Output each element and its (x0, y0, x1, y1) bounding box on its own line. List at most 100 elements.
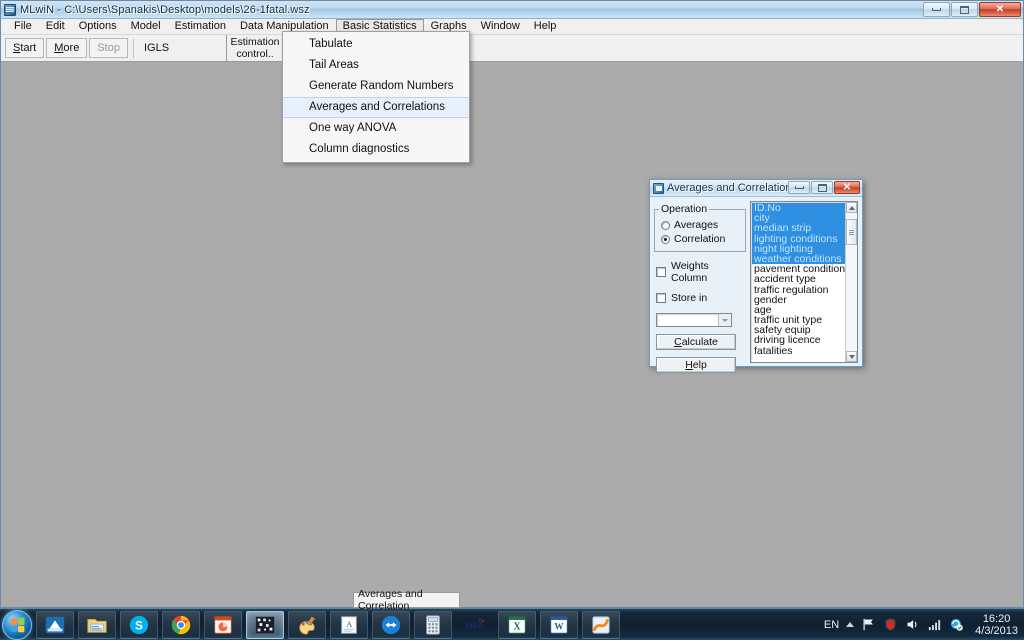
maxthon-browser-icon (45, 616, 65, 633)
toolbar: Start More Stop IGLS Estimation control.… (1, 34, 1023, 62)
taskbar-teamviewer-icon[interactable] (372, 610, 410, 639)
skype-icon: S (129, 615, 149, 634)
taskbar-calculator-icon[interactable] (414, 610, 452, 639)
taskbar-foxit-reader-icon[interactable] (582, 610, 620, 639)
more-button-label-rest: ore (63, 42, 80, 54)
scrollbar-track[interactable] (846, 213, 857, 351)
radio-correlation-label: Correlation (674, 233, 726, 245)
taskbar-paint-icon[interactable] (288, 610, 326, 639)
close-icon: ✕ (995, 3, 1005, 15)
chevron-down-icon[interactable] (718, 314, 731, 326)
list-item[interactable]: accident type (752, 274, 845, 285)
system-tray: EN 16:20 4/3/2013 (824, 613, 1024, 637)
menu-item-one-way-anova[interactable]: One way ANOVA (283, 118, 469, 139)
font-viewer-icon: A (341, 615, 357, 634)
basic-statistics-dropdown-menu: Tabulate Tail Areas Generate Random Numb… (282, 31, 470, 163)
store-in-combobox[interactable] (656, 313, 732, 327)
dialog-titlebar: Averages and Correlation ✕ (650, 180, 862, 197)
scroll-down-arrow-icon[interactable] (846, 351, 857, 362)
taskbar-clock[interactable]: 16:20 4/3/2013 (971, 613, 1018, 637)
svg-text:A: A (346, 619, 352, 628)
minimize-button[interactable] (923, 2, 950, 17)
tray-language-indicator[interactable]: EN (824, 619, 839, 631)
dialog-close-button[interactable]: ✕ (834, 181, 860, 194)
taskbar-skype-icon[interactable]: S (120, 610, 158, 639)
show-hidden-icons-arrow[interactable] (846, 622, 855, 627)
speaker-volume-icon[interactable] (905, 617, 920, 632)
dialog-maximize-button[interactable] (811, 181, 833, 194)
taskbar-window-button-averages-and-correlation[interactable]: Averages and Correlation (353, 588, 460, 612)
mlwin-icon (255, 616, 275, 633)
radio-correlation[interactable]: Correlation (661, 233, 741, 245)
taskbar-google-chrome-icon[interactable] (162, 610, 200, 639)
taskbar-powerpoint-icon[interactable] (204, 610, 242, 639)
stop-button[interactable]: Stop (89, 38, 128, 58)
variables-listbox[interactable]: ID.No city median strip lighting conditi… (750, 201, 858, 363)
menu-edit[interactable]: Edit (39, 19, 72, 34)
checkbox-weights-column-icon (656, 267, 666, 277)
maximize-icon (817, 183, 827, 192)
maximize-button[interactable] (951, 2, 978, 17)
scrollbar-thumb[interactable] (846, 219, 857, 245)
taskbar-maxthon-browser-icon[interactable] (36, 610, 74, 639)
menu-item-column-diagnostics[interactable]: Column diagnostics (283, 139, 469, 160)
antivirus-shield-icon[interactable] (883, 617, 898, 632)
toolbar-separator (132, 38, 134, 58)
calculator-icon (426, 614, 440, 635)
averages-and-correlation-dialog: Averages and Correlation ✕ Operation Ave… (649, 179, 863, 373)
operation-group-label: Operation (661, 203, 708, 215)
minimize-icon (932, 8, 941, 11)
taskbar-window-button-label: Averages and Correlation (358, 588, 423, 612)
calculate-button[interactable]: Calculate (656, 334, 736, 350)
google-chrome-icon (171, 615, 191, 634)
menu-estimation[interactable]: Estimation (168, 19, 233, 34)
list-item[interactable]: fatalities (752, 345, 845, 356)
excel-icon: X (508, 615, 526, 634)
menu-item-generate-random-numbers[interactable]: Generate Random Numbers (283, 76, 469, 97)
menu-options[interactable]: Options (72, 19, 124, 34)
clock-date: 4/3/2013 (975, 624, 1018, 637)
windows-start-orb-icon[interactable] (2, 609, 32, 640)
network-signal-bars-icon[interactable] (927, 617, 942, 632)
mdi-workspace (1, 62, 1023, 607)
dialog-window-controls: ✕ (788, 181, 860, 194)
checkbox-store-in-label: Store in (671, 292, 708, 304)
taskbar-font-viewer-icon[interactable]: A (330, 610, 368, 639)
radio-averages-icon (661, 220, 670, 230)
taskbar-windows-explorer-icon[interactable] (78, 610, 116, 639)
menu-item-tail-areas[interactable]: Tail Areas (283, 55, 469, 76)
sync-status-icon[interactable] (949, 617, 964, 632)
taskbar-word-icon[interactable]: W (540, 610, 578, 639)
menu-window[interactable]: Window (474, 19, 527, 34)
menu-bar: File Edit Options Model Estimation Data … (1, 19, 1023, 35)
start-button-label-rest: tart (20, 42, 37, 54)
close-button[interactable]: ✕ (979, 2, 1021, 17)
estimation-method-label: IGLS (143, 42, 170, 54)
menu-model[interactable]: Model (124, 19, 168, 34)
window-title: MLwiN - C:\Users\Spanakis\Desktop\models… (20, 3, 310, 16)
taskbar-viva-tv-icon[interactable]: VIVA TV (456, 611, 494, 639)
start-button[interactable]: Start (5, 38, 45, 58)
estimation-control-button[interactable]: Estimation control.. (226, 34, 284, 62)
dialog-minimize-button[interactable] (788, 181, 810, 194)
menu-file[interactable]: File (7, 19, 39, 34)
taskbar-excel-icon[interactable]: X (498, 610, 536, 639)
menu-item-tabulate[interactable]: Tabulate (283, 34, 469, 55)
help-label-rest: elp (692, 359, 707, 371)
radio-averages[interactable]: Averages (661, 219, 741, 231)
menu-help[interactable]: Help (527, 19, 564, 34)
menu-item-averages-and-correlations[interactable]: Averages and Correlations (283, 97, 469, 118)
taskbar-mlwin-icon[interactable] (246, 610, 284, 639)
help-button[interactable]: Help (656, 357, 736, 373)
flag-action-center-icon[interactable] (861, 617, 876, 632)
screen-root: MLwiN - C:\Users\Spanakis\Desktop\models… (0, 0, 1024, 640)
checkbox-weights-column[interactable]: Weights Column (656, 260, 746, 284)
more-button[interactable]: More (46, 38, 88, 58)
mlwin-icon (4, 3, 16, 16)
scroll-up-arrow-icon[interactable] (846, 202, 857, 213)
svg-text:X: X (513, 621, 521, 632)
word-icon: W (550, 615, 568, 634)
listbox-scrollbar[interactable] (845, 202, 857, 362)
window-titlebar: MLwiN - C:\Users\Spanakis\Desktop\models… (1, 1, 1023, 19)
checkbox-store-in[interactable]: Store in (656, 292, 746, 304)
